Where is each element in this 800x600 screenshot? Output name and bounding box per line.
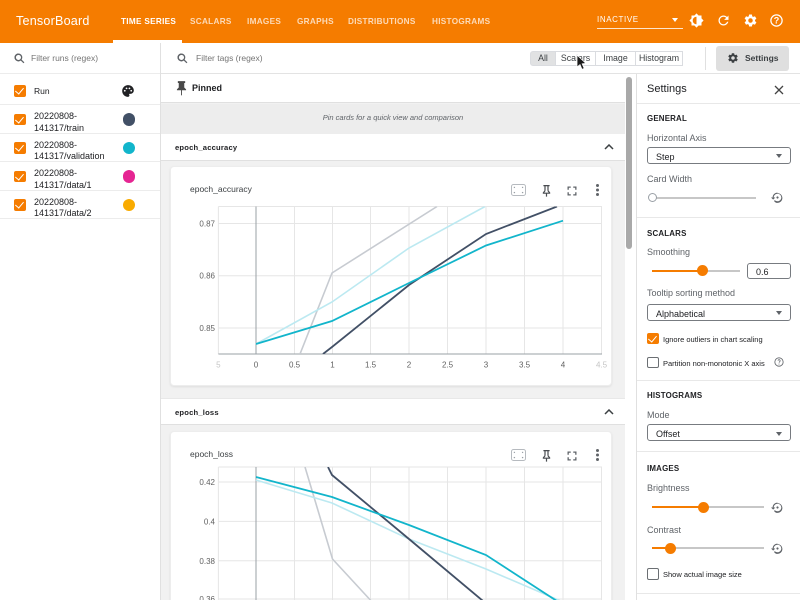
svg-text:3: 3: [484, 361, 489, 370]
svg-text:0.36: 0.36: [199, 595, 215, 600]
svg-text:2: 2: [407, 361, 412, 370]
svg-text:0.4: 0.4: [204, 517, 216, 526]
svg-text:1.5: 1.5: [365, 361, 377, 370]
svg-text:4: 4: [561, 361, 566, 370]
svg-text:4.5: 4.5: [596, 361, 608, 370]
svg-text:3.5: 3.5: [519, 361, 531, 370]
svg-text:0: 0: [254, 361, 259, 370]
svg-text:5: 5: [216, 361, 221, 370]
svg-text:0.5: 0.5: [289, 361, 301, 370]
svg-text:0.86: 0.86: [199, 272, 215, 281]
svg-text:?: ?: [774, 16, 780, 26]
svg-text:0.38: 0.38: [199, 557, 215, 566]
svg-text:2.5: 2.5: [442, 361, 454, 370]
svg-text:0.87: 0.87: [199, 220, 215, 229]
svg-text:0.42: 0.42: [199, 478, 215, 487]
svg-text:1: 1: [330, 361, 335, 370]
svg-text:0.85: 0.85: [199, 324, 215, 333]
